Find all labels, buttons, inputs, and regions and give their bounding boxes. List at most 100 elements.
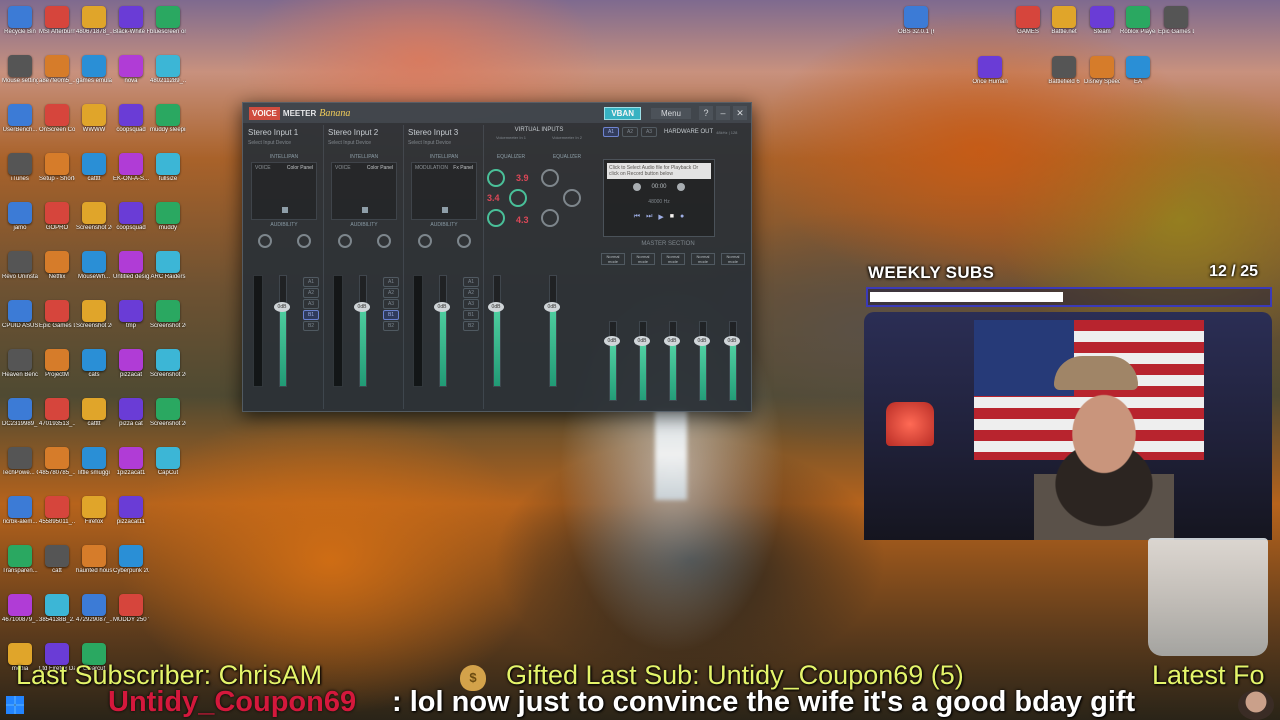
desktop-icon[interactable]: GOPRO xyxy=(39,202,75,248)
gain-fader[interactable]: 0dB xyxy=(274,275,290,387)
desktop-icon[interactable]: 480671878_... xyxy=(76,6,112,52)
desktop-icon[interactable]: OBS 32.0.1 (64bit) xyxy=(898,6,934,52)
strip-device[interactable]: Select Input Device xyxy=(325,140,403,146)
desktop-icon[interactable]: Screenshot 2025-09-... xyxy=(76,202,112,248)
desktop-icon[interactable]: MSI Afterburner xyxy=(39,6,75,52)
pan-panel-label[interactable]: Fx Panel xyxy=(453,165,473,171)
desktop-icon[interactable]: fullsize xyxy=(150,153,186,199)
master-fader-b2[interactable]: 0dB xyxy=(724,321,740,401)
pan-cursor[interactable] xyxy=(282,207,288,213)
eq-bass-knob-2[interactable] xyxy=(541,209,559,227)
fast-forward-icon[interactable]: ⏭ xyxy=(646,213,652,221)
stop-icon[interactable]: ■ xyxy=(670,213,674,221)
master-fader-a3[interactable]: 0dB xyxy=(664,321,680,401)
master-mode-a3[interactable]: Normal mode xyxy=(661,253,685,265)
strip-name[interactable]: Stereo Input 1 xyxy=(245,125,323,140)
intellipan-pad[interactable]: VOICE Color Panel xyxy=(251,162,317,220)
strip-name[interactable]: Stereo Input 3 xyxy=(405,125,483,140)
desktop-icon[interactable]: MouseWh... xyxy=(76,251,112,297)
desktop-icon[interactable]: DC2319989_... xyxy=(2,398,38,444)
pan-cursor[interactable] xyxy=(362,207,368,213)
desktop-icon[interactable]: CPUID ASUS CPU-Z xyxy=(2,300,38,346)
desktop-icon[interactable]: Mouse settings xyxy=(2,55,38,101)
master-mode-a2[interactable]: Normal mode xyxy=(631,253,655,265)
desktop-icon[interactable]: jamo xyxy=(2,202,38,248)
eq-treble-knob-2[interactable] xyxy=(541,169,559,187)
desktop-icon[interactable]: Screenshot 2026-02-... xyxy=(150,398,186,444)
fader-handle[interactable]: 0dB xyxy=(694,336,710,346)
desktop-icon[interactable]: 480211289_... xyxy=(150,55,186,101)
desktop-icon[interactable]: coopsquad xyxy=(113,104,149,150)
hw-out-a3[interactable]: A3 xyxy=(641,127,657,137)
fader-handle[interactable]: 0dB xyxy=(274,302,290,312)
bus-button-a2[interactable]: A2 xyxy=(383,288,399,298)
desktop-icon[interactable]: haunted houses xyxy=(76,545,112,591)
desktop-icon[interactable]: pizzacat11 xyxy=(113,496,149,542)
bus-button-b1[interactable]: B1 xyxy=(303,310,319,320)
gate-knob[interactable] xyxy=(456,234,471,248)
vban-button[interactable]: VBAN xyxy=(604,106,641,120)
bus-button-a3[interactable]: A3 xyxy=(463,299,479,309)
play-icon[interactable]: ▶ xyxy=(658,213,663,221)
gate-knob[interactable] xyxy=(376,234,391,248)
fader-handle[interactable]: 0dB xyxy=(634,336,650,346)
master-mode-a1[interactable]: Normal mode xyxy=(601,253,625,265)
fader-handle[interactable]: 0dB xyxy=(354,302,370,312)
desktop-icon[interactable]: iTunes xyxy=(2,153,38,199)
desktop-icon[interactable]: bluescreen on front... xyxy=(150,6,186,52)
desktop-icon[interactable]: TechPowe... CPU-Z xyxy=(2,447,38,493)
master-mode-b2[interactable]: Normal mode xyxy=(721,253,745,265)
desktop-icon[interactable]: Battlefield 6 xyxy=(1046,56,1082,102)
pan-panel-label[interactable]: Color Panel xyxy=(287,165,313,171)
bus-button-b1[interactable]: B1 xyxy=(383,310,399,320)
desktop-icon[interactable]: Once Human xyxy=(972,56,1008,102)
desktop-icon[interactable]: tmp xyxy=(113,300,149,346)
hw-out-a2[interactable]: A2 xyxy=(622,127,638,137)
desktop-icon[interactable]: Setup - Shortcut xyxy=(39,153,75,199)
bus-button-b1[interactable]: B1 xyxy=(463,310,479,320)
desktop-icon[interactable]: OnScreen Control xyxy=(39,104,75,150)
input-strip-2[interactable]: Stereo Input 2 Select Input Device INTELLI… xyxy=(325,125,404,409)
minimize-button[interactable]: – xyxy=(716,106,730,120)
desktop-icon[interactable]: coopsquad xyxy=(113,202,149,248)
desktop-icon[interactable]: Screenshot 2026-02-... xyxy=(150,300,186,346)
fader-handle[interactable]: 0dB xyxy=(664,336,680,346)
record-icon[interactable]: ● xyxy=(680,213,684,221)
desktop-icon[interactable]: Epic Games Launcher xyxy=(39,300,75,346)
desktop-icon[interactable]: Firefox xyxy=(76,496,112,542)
bus-button-a1[interactable]: A1 xyxy=(463,277,479,287)
fader-handle[interactable]: 0dB xyxy=(434,302,450,312)
fader-handle[interactable]: 0dB xyxy=(604,336,620,346)
bus-button-a2[interactable]: A2 xyxy=(463,288,479,298)
desktop-icon[interactable]: Untitled design xyxy=(113,251,149,297)
eq-mid-knob-2[interactable] xyxy=(563,189,581,207)
voicemeeter-window[interactable]: VOICE MEETER Banana VBAN Menu ? – ✕ Ster… xyxy=(242,102,752,412)
desktop-icon[interactable]: 1pizzacat1 xyxy=(113,447,149,493)
fader-handle[interactable]: 0dB xyxy=(724,336,740,346)
pan-cursor[interactable] xyxy=(442,207,448,213)
comp-knob[interactable] xyxy=(417,234,432,248)
desktop-icon[interactable]: 3854138B_2... xyxy=(39,594,75,640)
strip-name[interactable]: Stereo Input 2 xyxy=(325,125,403,140)
desktop-icon[interactable]: games emulator xyxy=(76,55,112,101)
eq-mid-knob-1[interactable] xyxy=(509,189,527,207)
desktop-icon[interactable]: 485780785_... xyxy=(39,447,75,493)
desktop-icon[interactable]: GAMES xyxy=(1010,6,1046,52)
desktop-icon[interactable]: Epic Games Launcher xyxy=(1158,6,1194,52)
gain-fader[interactable]: 0dB xyxy=(354,275,370,387)
desktop-icon[interactable]: Netflix xyxy=(39,251,75,297)
desktop-icon[interactable]: muddy sleeping xyxy=(150,104,186,150)
bus-button-a1[interactable]: A1 xyxy=(383,277,399,287)
desktop-icon[interactable]: Screenshot 2025-09-... xyxy=(76,300,112,346)
desktop-icon[interactable]: Transparen... xyxy=(2,545,38,591)
close-button[interactable]: ✕ xyxy=(733,106,747,120)
pan-panel-label[interactable]: Color Panel xyxy=(367,165,393,171)
fader-handle[interactable]: 0dB xyxy=(544,302,560,312)
desktop-icon[interactable]: ProjectM xyxy=(39,349,75,395)
bus-button-a2[interactable]: A2 xyxy=(303,288,319,298)
desktop-icon[interactable]: catttt xyxy=(76,153,112,199)
cassette-recorder[interactable]: Click to Select Audio file for Playback … xyxy=(603,159,715,237)
hw-out-a1[interactable]: A1 xyxy=(603,127,619,137)
desktop-icon[interactable]: 467100879_... xyxy=(2,594,38,640)
desktop-icon[interactable]: Revo Uninstaller xyxy=(2,251,38,297)
